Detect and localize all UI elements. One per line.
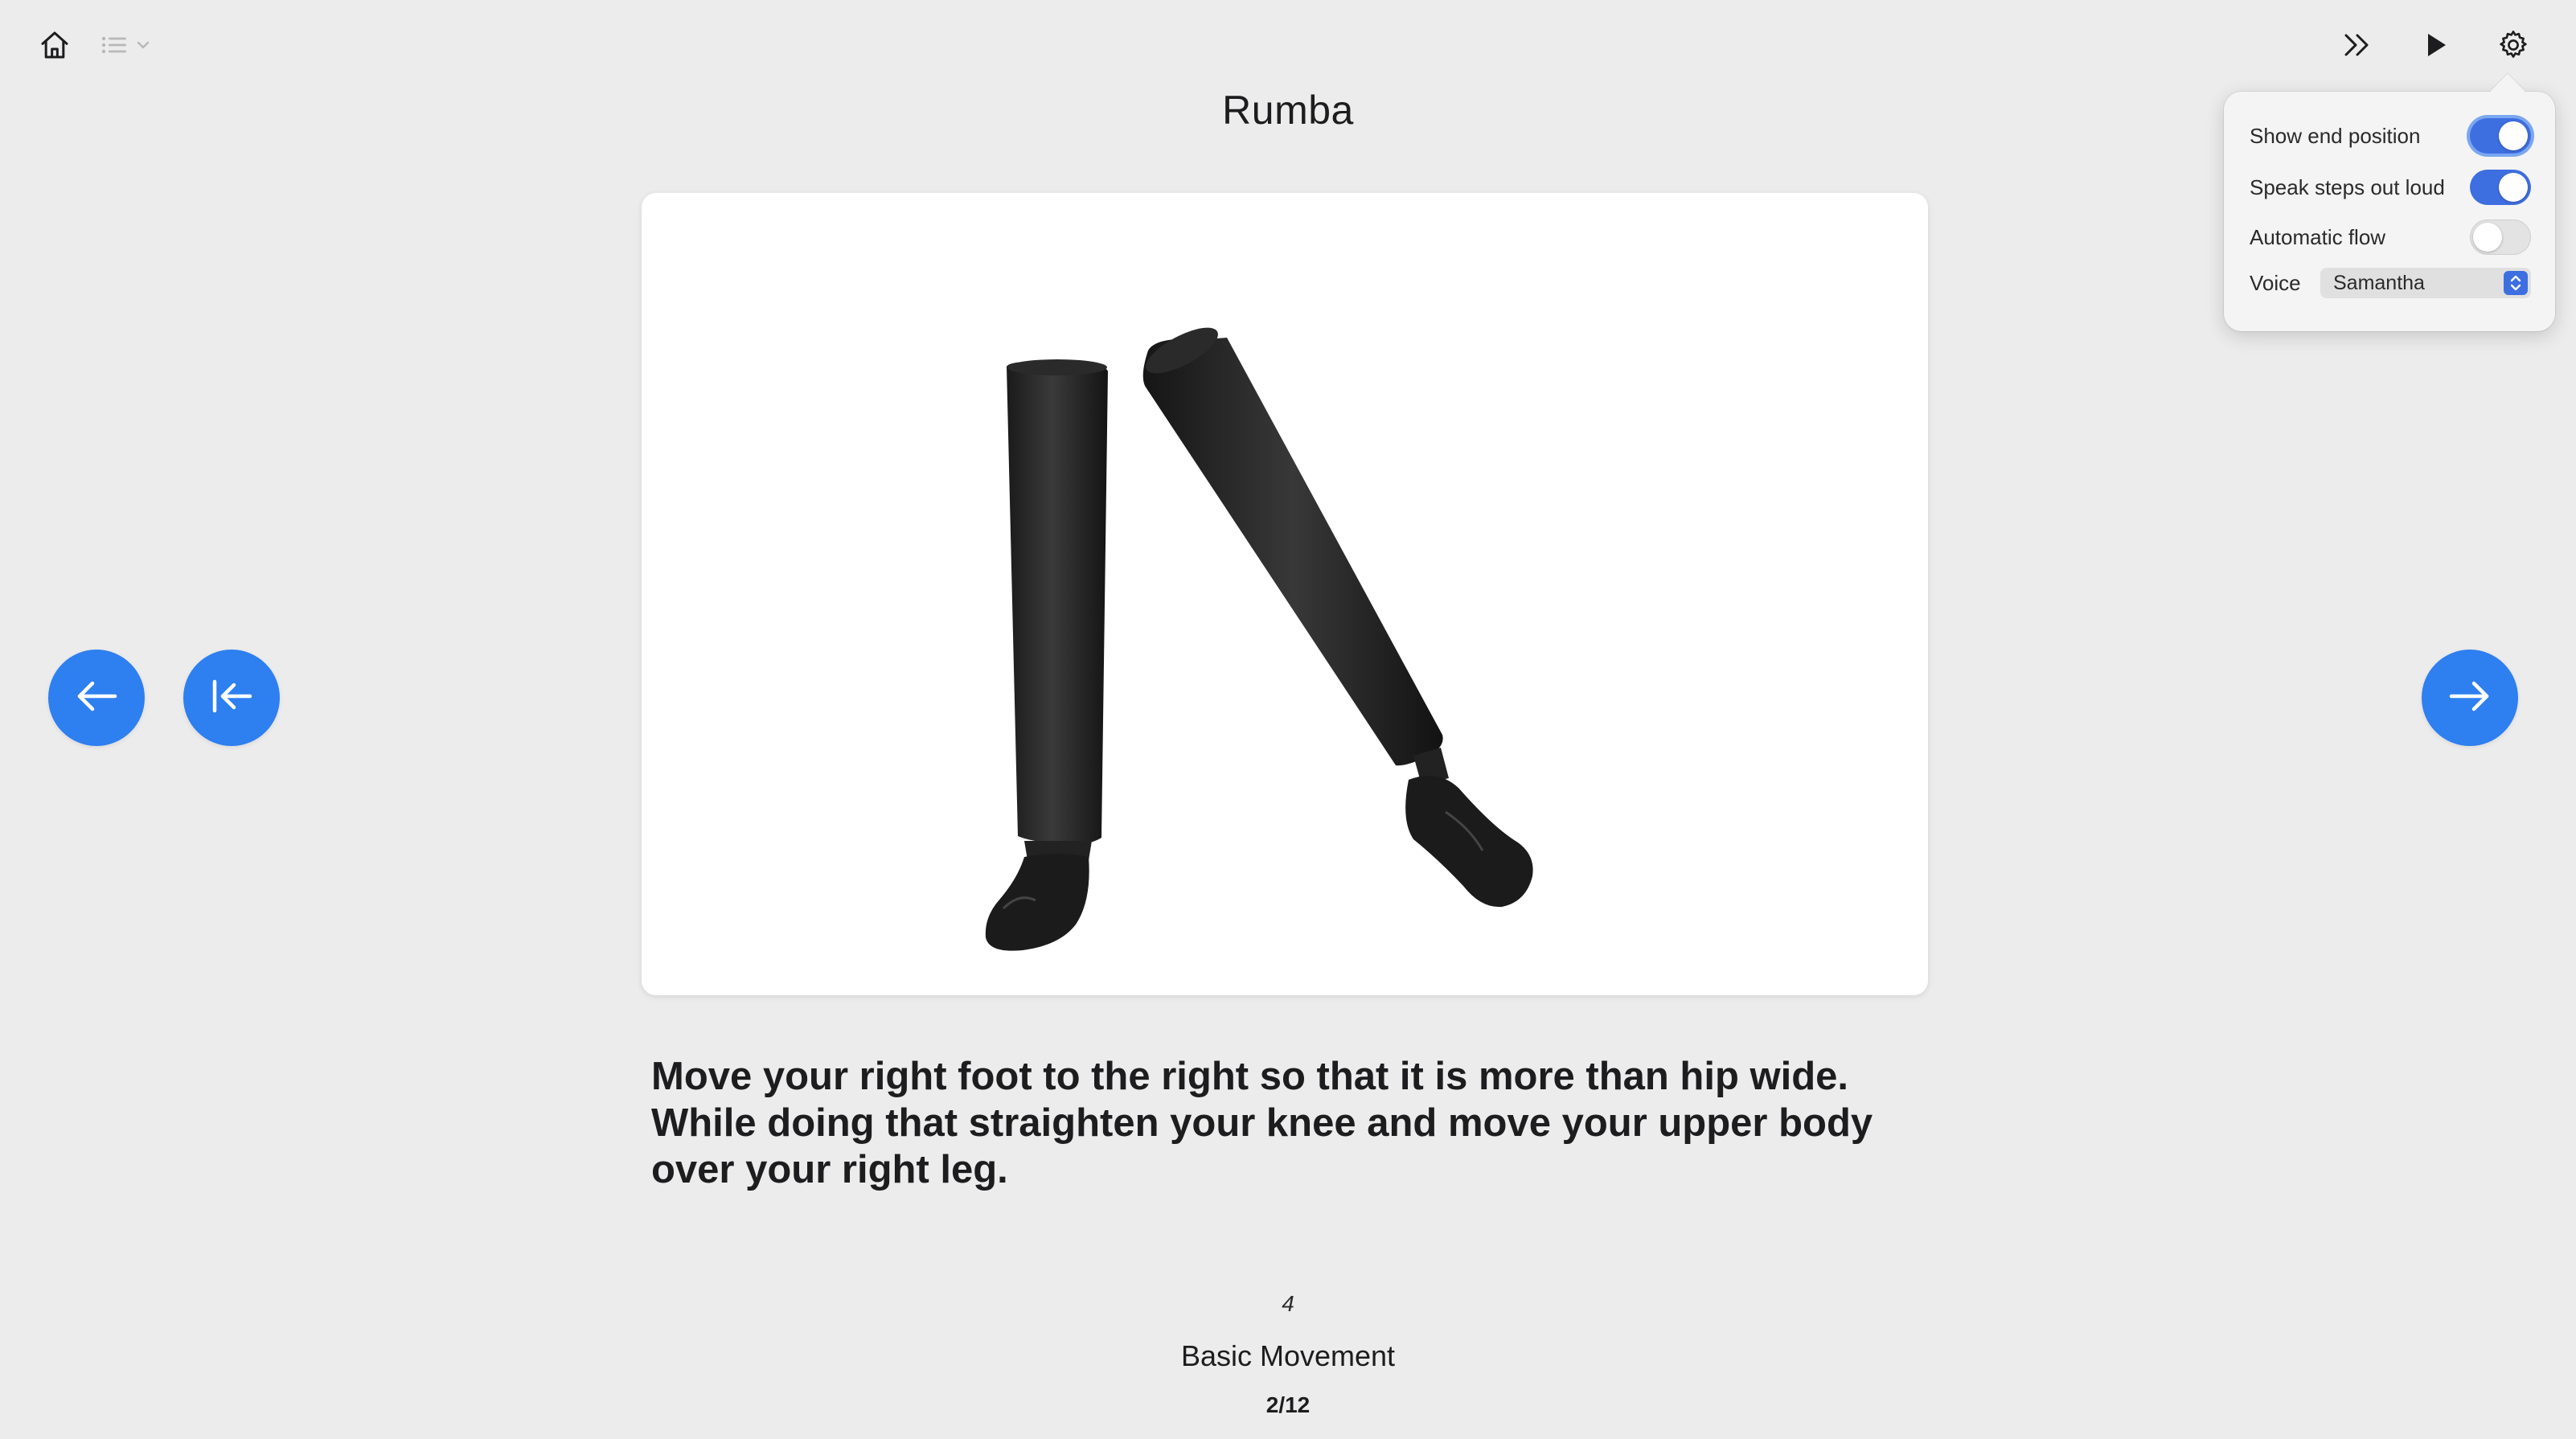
chevron-down-icon <box>135 39 151 55</box>
option-label: Automatic flow <box>2250 224 2386 249</box>
voice-value: Samantha <box>2333 271 2425 294</box>
home-icon <box>39 29 71 65</box>
step-visualization <box>642 193 1928 995</box>
toggle-knob <box>2473 223 2502 252</box>
settings-button[interactable] <box>2488 24 2539 69</box>
home-button[interactable] <box>29 26 80 68</box>
figure-name: Basic Movement <box>1180 1339 1396 1372</box>
speak-steps-toggle[interactable] <box>2470 170 2531 205</box>
option-label: Speak steps out loud <box>2250 174 2445 199</box>
play-button[interactable] <box>2410 24 2462 69</box>
gear-icon <box>2496 28 2530 66</box>
option-speak-steps: Speak steps out loud <box>2250 165 2531 210</box>
skip-button[interactable] <box>2332 24 2383 69</box>
first-step-button[interactable] <box>183 650 280 746</box>
dance-title: Rumba <box>1222 88 1354 133</box>
show-end-position-toggle[interactable] <box>2470 118 2531 154</box>
play-icon <box>2423 31 2449 63</box>
arrow-to-start-icon <box>210 679 253 718</box>
automatic-flow-toggle[interactable] <box>2470 219 2531 255</box>
previous-step-button[interactable] <box>48 650 145 746</box>
option-automatic-flow: Automatic flow <box>2250 215 2531 260</box>
popover-arrow <box>2490 73 2525 109</box>
toggle-knob <box>2499 173 2528 202</box>
toggle-knob <box>2499 121 2528 150</box>
option-label: Show end position <box>2250 123 2421 148</box>
beat-count: 4 <box>1282 1291 1294 1316</box>
step-list-button[interactable] <box>101 31 169 63</box>
voice-label: Voice <box>2250 270 2301 295</box>
step-progress: 2/12 <box>1265 1392 1311 1417</box>
chevron-updown-icon <box>2504 271 2528 295</box>
arrow-left-icon <box>75 680 118 716</box>
settings-popover: Show end position Speak steps out loud A… <box>2224 73 2555 331</box>
legs-figure-image <box>985 327 1533 951</box>
voice-select[interactable]: Samantha <box>2320 268 2531 298</box>
step-instruction: Move your right foot to the right so tha… <box>651 1055 1873 1191</box>
option-show-end-position: Show end position <box>2250 113 2531 158</box>
option-voice: Voice Samantha <box>2250 260 2531 305</box>
list-icon <box>101 35 127 59</box>
next-step-button[interactable] <box>2422 650 2518 746</box>
fast-forward-icon <box>2341 31 2373 64</box>
arrow-right-icon <box>2448 680 2492 716</box>
